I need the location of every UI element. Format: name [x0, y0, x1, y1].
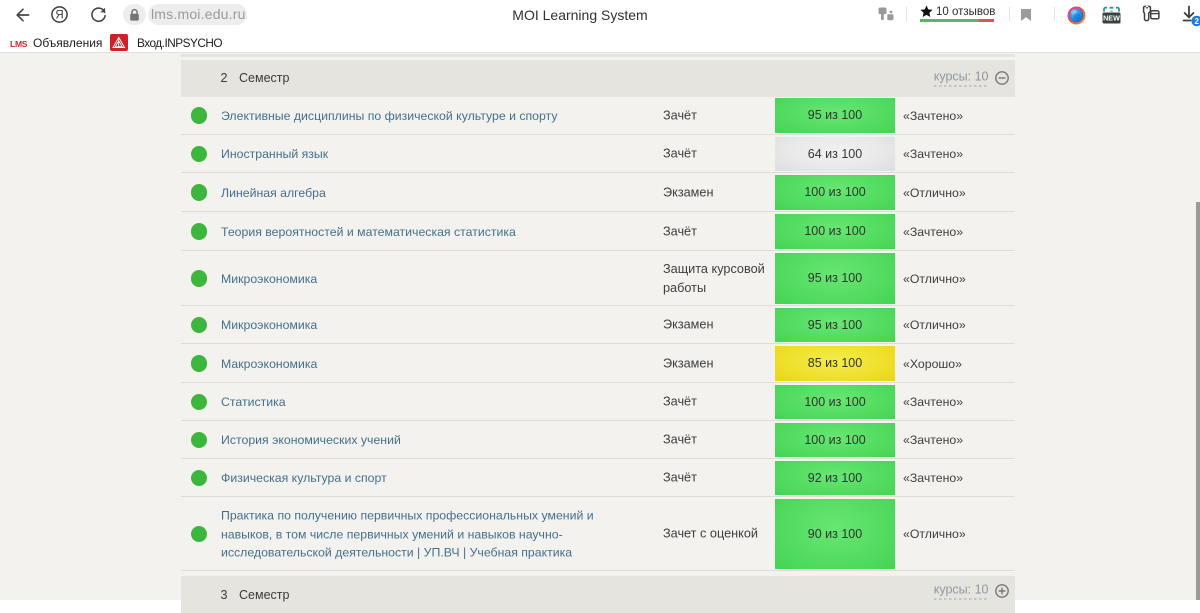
svg-text:2: 2: [1194, 17, 1199, 26]
svg-text:NEW: NEW: [1103, 14, 1120, 23]
svg-text:Я: Я: [55, 10, 63, 22]
